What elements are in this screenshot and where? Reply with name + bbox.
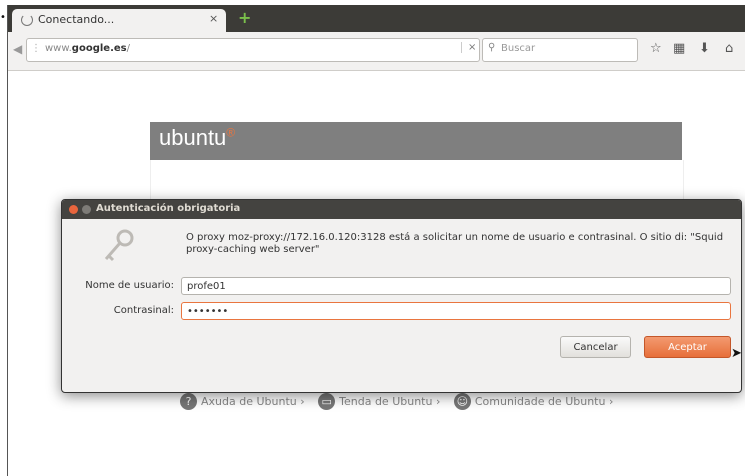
mouse-cursor-icon: ➤ <box>731 346 742 361</box>
ubuntu-banner: ubuntu® <box>150 122 682 160</box>
stop-icon[interactable]: × <box>461 42 476 53</box>
cancel-button[interactable]: Cancelar <box>560 336 631 358</box>
key-icon <box>104 229 134 262</box>
tab-conectando[interactable]: Conectando... × <box>12 9 226 33</box>
back-arrow-icon[interactable]: ◀ <box>13 42 22 56</box>
username-input[interactable]: profe01 <box>181 277 731 295</box>
store-icon: ▭ <box>318 393 336 410</box>
footer-links: ? Axuda de Ubuntu › ▭ Tenda de Ubuntu › ☺ C… <box>180 393 623 410</box>
search-area <box>150 160 684 200</box>
bookmark-star-icon[interactable]: ☆ <box>650 41 662 56</box>
dialog-title: Autenticación obrigatoria <box>96 203 241 214</box>
link-tenda[interactable]: ▭ Tenda de Ubuntu › <box>318 393 440 410</box>
search-placeholder: Buscar <box>501 43 536 54</box>
close-icon[interactable] <box>69 205 78 214</box>
bookmarks-library-icon[interactable]: ▦ <box>673 41 685 56</box>
navigation-bar: ◀ ⋮ www.google.es/ × ⚲ Buscar ☆ ▦ ⬇ ⌂ <box>8 32 745 71</box>
minimize-icon[interactable] <box>82 205 91 214</box>
address-bar[interactable]: ⋮ www.google.es/ × <box>26 38 480 62</box>
download-icon[interactable]: ⬇ <box>699 41 710 56</box>
dialog-message: O proxy moz-proxy://172.16.0.120:3128 es… <box>186 232 724 255</box>
tab-close-icon[interactable]: × <box>209 12 218 25</box>
plus-icon: + <box>238 8 252 27</box>
search-bar[interactable]: ⚲ Buscar <box>482 38 638 62</box>
username-label: Nome de usuario: <box>85 280 174 291</box>
dialog-titlebar: Autenticación obrigatoria <box>62 200 741 219</box>
password-label: Contrasinal: <box>113 305 174 316</box>
new-tab-button[interactable]: + <box>234 8 254 27</box>
tab-title: Conectando... <box>38 13 115 26</box>
help-icon: ? <box>180 393 197 410</box>
loading-spinner-icon <box>21 14 33 26</box>
url-text: www.google.es/ <box>45 43 130 54</box>
home-icon[interactable]: ⌂ <box>725 41 733 56</box>
link-axuda[interactable]: ? Axuda de Ubuntu › <box>180 393 305 410</box>
tab-bar: Conectando... × + <box>8 5 745 33</box>
ubuntu-logo: ubuntu® <box>159 125 236 150</box>
password-input[interactable]: ••••••• <box>181 302 731 320</box>
auth-dialog: Autenticación obrigatoria O proxy moz-pr… <box>61 199 742 393</box>
community-icon: ☺ <box>453 393 471 410</box>
accept-button[interactable]: Aceptar <box>644 336 731 358</box>
search-icon: ⚲ <box>488 42 496 53</box>
site-identity-icon[interactable]: ⋮ <box>31 43 41 54</box>
margin-bullet: • <box>0 12 6 23</box>
link-comunidade[interactable]: ☺ Comunidade de Ubuntu › <box>453 393 613 410</box>
